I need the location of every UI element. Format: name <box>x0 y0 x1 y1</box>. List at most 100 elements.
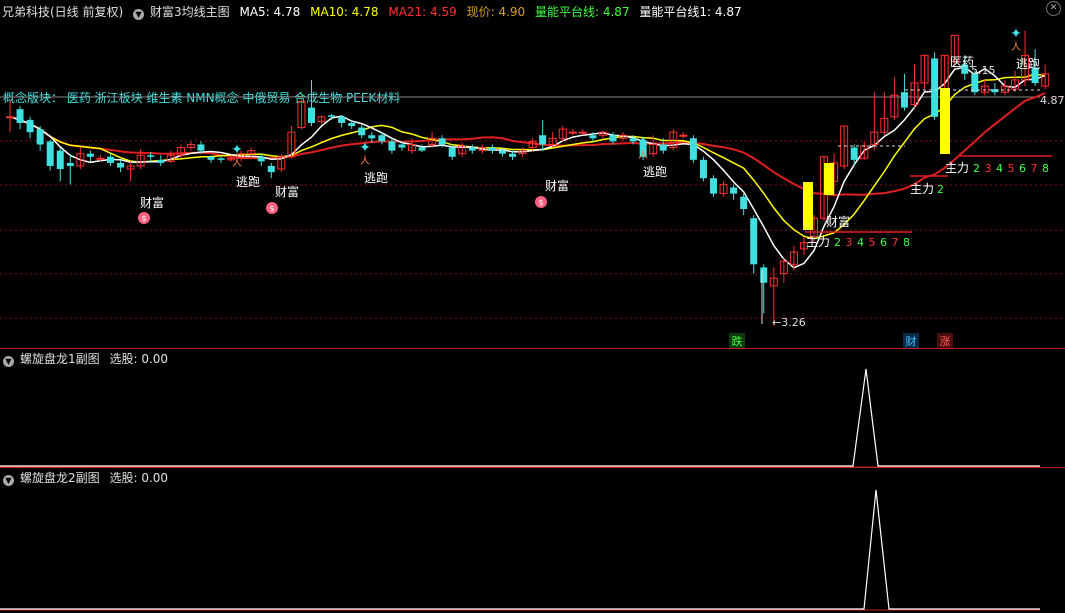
candle-body <box>117 162 125 168</box>
money-bag-symbol: $ <box>538 198 543 207</box>
candle-body <box>328 115 336 117</box>
butterfly-icon: ✦ <box>359 140 371 156</box>
butterfly-icon: ✦ <box>1010 26 1022 42</box>
candle-body <box>26 119 34 133</box>
candle-body <box>589 135 597 139</box>
candle-body <box>96 157 105 160</box>
candle-body <box>217 158 225 160</box>
force-number: 4 <box>857 236 864 249</box>
figure-icon: 人 <box>360 155 370 167</box>
wealth-marker: 财 <box>906 334 917 348</box>
main-force-label: 主力 <box>945 161 969 175</box>
force-number: 6 <box>1019 162 1026 175</box>
sub2-spike <box>0 489 1040 610</box>
candle-body <box>539 135 547 145</box>
force-number: 4 <box>996 162 1003 175</box>
force-number: 7 <box>1031 162 1038 175</box>
candle-body <box>488 147 496 151</box>
candle-body <box>348 122 356 127</box>
candle-body <box>197 144 205 151</box>
force-number: 2 <box>937 183 944 196</box>
candle-body <box>760 267 768 283</box>
figure-icon: 人 <box>638 149 648 161</box>
candle-body <box>900 92 908 108</box>
main-force-label: 主力 <box>910 182 934 196</box>
candle-body <box>578 131 587 134</box>
highlight-bar <box>824 163 834 195</box>
candle-body <box>368 135 376 139</box>
candle-body <box>750 218 758 265</box>
candle-body <box>16 109 24 123</box>
candle-body <box>850 147 858 160</box>
current-price-label: 4.87 <box>1040 94 1065 107</box>
candle-body <box>46 141 54 166</box>
candle-body <box>568 131 577 134</box>
highlight-bar <box>803 182 813 230</box>
low-price-label: ←3.26 <box>772 316 806 329</box>
candle-body <box>468 147 476 151</box>
candle-body <box>398 144 406 148</box>
candle-body <box>679 134 688 137</box>
candle-body <box>689 138 697 160</box>
candle-body <box>931 58 939 117</box>
wealth-label: 财富 <box>545 178 569 193</box>
escape-label: 逃跑 <box>1016 57 1040 71</box>
escape-label: 逃跑 <box>364 171 388 185</box>
candle-body <box>448 147 456 157</box>
candle-body <box>740 196 748 209</box>
money-bag-symbol: $ <box>141 214 146 223</box>
candle-body <box>498 150 506 154</box>
candle-body <box>378 135 386 142</box>
highlight-bar <box>940 88 950 154</box>
sub1-spike <box>0 368 1040 467</box>
money-bag-symbol: $ <box>269 204 274 213</box>
candle-body <box>710 178 717 194</box>
candle-body <box>659 144 667 151</box>
butterfly-icon: ✦ <box>231 142 243 158</box>
wealth-label: 财富 <box>140 195 164 210</box>
main-force-label: 主力 <box>806 235 830 249</box>
force-number: 7 <box>892 236 899 249</box>
ma21-line <box>9 92 1046 197</box>
candle-body <box>66 162 74 166</box>
candle-body <box>629 138 637 142</box>
candle-body <box>699 159 707 179</box>
candle-body <box>267 165 275 173</box>
candlestick-chart[interactable]: 财富财富 财富财富逃跑 逃跑 逃跑逃跑医药5.154.87←3.26主力 2 3 4 5 6 7 8… <box>0 0 1065 348</box>
candle-body <box>56 150 64 170</box>
figure-icon: 人 <box>1011 41 1021 53</box>
candle-body <box>609 135 617 142</box>
figure-icon: 人 <box>232 157 242 169</box>
candle-body <box>257 156 265 162</box>
sub2-chart[interactable] <box>0 468 1065 613</box>
candle-body <box>358 127 366 136</box>
candle-body <box>36 129 44 145</box>
candle-body <box>418 147 426 151</box>
fall-marker: 跌 <box>732 334 743 348</box>
ma10-line <box>9 73 1046 240</box>
escape-label: 逃跑 <box>643 165 667 179</box>
candle-body <box>338 116 346 123</box>
butterfly-icon: ✦ <box>637 134 649 150</box>
wealth-label: 财富 <box>826 214 850 229</box>
sub1-chart[interactable] <box>0 349 1065 467</box>
wealth-label: 财富 <box>275 184 299 199</box>
force-number: 6 <box>880 236 887 249</box>
candle-body <box>6 116 14 119</box>
rise-marker: 涨 <box>940 335 951 348</box>
candle-body <box>107 156 114 163</box>
escape-label: 逃跑 <box>236 175 260 189</box>
force-number: 2 <box>973 162 980 175</box>
force-number: 8 <box>903 236 910 249</box>
candle-body <box>509 153 516 157</box>
candle-body <box>157 159 165 163</box>
force-number: 2 <box>834 236 841 249</box>
force-number: 3 <box>985 162 992 175</box>
candle-body <box>438 138 446 145</box>
candle-body <box>308 107 315 123</box>
force-number: 5 <box>869 236 876 249</box>
high-price-label: 5.15 <box>971 64 996 77</box>
candle-body <box>730 187 738 194</box>
candle-body <box>207 156 215 160</box>
force-number: 3 <box>846 236 853 249</box>
